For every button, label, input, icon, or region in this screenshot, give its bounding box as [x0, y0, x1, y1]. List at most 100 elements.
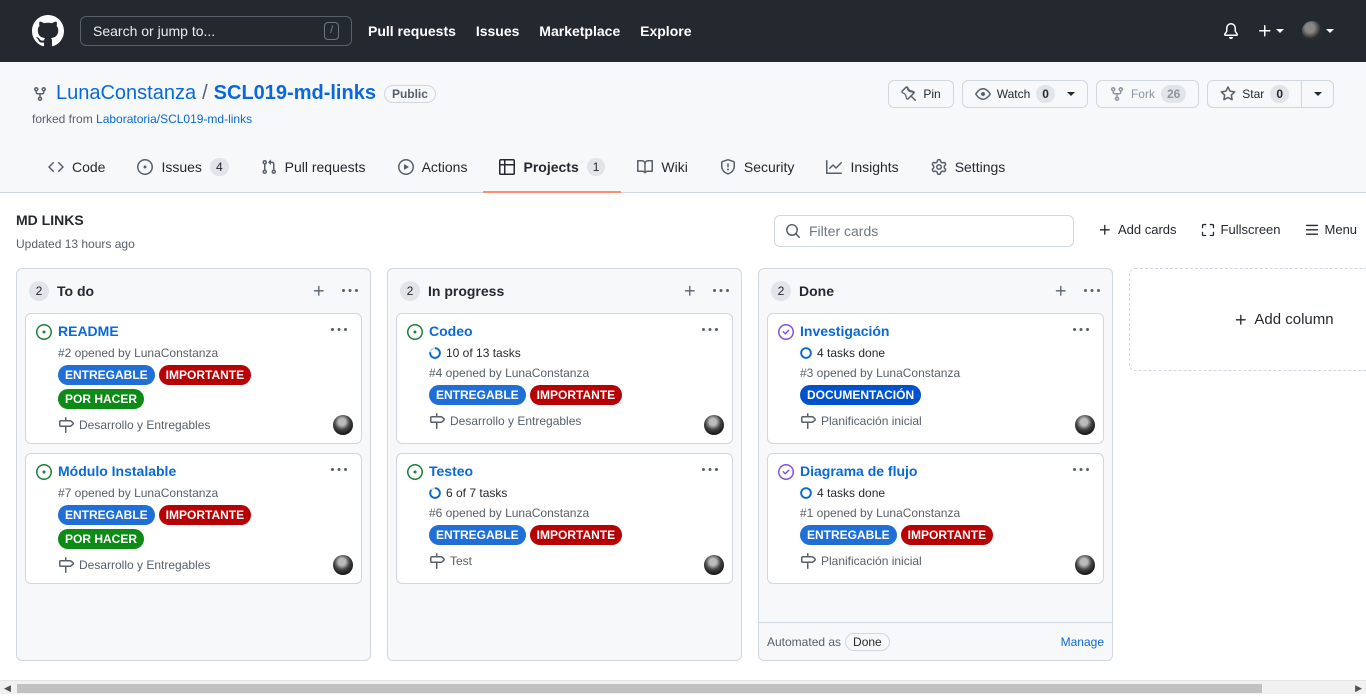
- forked-from-link[interactable]: Laboratoria/SCL019-md-links: [96, 112, 252, 126]
- scrollbar-thumb[interactable]: [17, 684, 1262, 693]
- avatar[interactable]: [333, 415, 353, 435]
- milestone-icon: [59, 557, 74, 573]
- label-por-hacer[interactable]: POR HACER: [58, 389, 145, 409]
- avatar[interactable]: [1075, 415, 1095, 435]
- add-card-plus-icon[interactable]: [312, 284, 326, 298]
- column-name: To do: [57, 283, 95, 299]
- project-header: MD LINKS Updated 13 hours ago Filter car…: [0, 193, 1366, 263]
- filter-cards-input[interactable]: Filter cards: [774, 215, 1074, 247]
- card-title[interactable]: Investigación: [800, 322, 1093, 340]
- card-menu-icon[interactable]: [1073, 322, 1089, 338]
- menu-button[interactable]: Menu: [1305, 222, 1357, 237]
- issue-card[interactable]: Codeo 10 of 13 tasks #4 opened by LunaCo…: [396, 313, 733, 444]
- card-menu-icon[interactable]: [331, 462, 347, 478]
- avatar[interactable]: [333, 555, 353, 575]
- scroll-right-arrow-icon[interactable]: ▶: [1355, 683, 1362, 694]
- column-name: In progress: [428, 283, 505, 299]
- star-label: Star: [1242, 87, 1265, 101]
- bell-icon[interactable]: [1223, 23, 1239, 39]
- card-milestone[interactable]: Test: [450, 554, 472, 568]
- card-title[interactable]: Testeo: [429, 462, 722, 480]
- card-menu-icon[interactable]: [702, 322, 718, 338]
- card-menu-icon[interactable]: [702, 462, 718, 478]
- avatar[interactable]: [1075, 555, 1095, 575]
- label-importante[interactable]: IMPORTANTE: [900, 525, 994, 545]
- fullscreen-button[interactable]: Fullscreen: [1201, 222, 1281, 237]
- horizontal-scrollbar[interactable]: ◀ ▶: [0, 680, 1366, 694]
- tab-issues[interactable]: Issues 4: [121, 142, 244, 192]
- label-entregable[interactable]: ENTREGABLE: [800, 525, 897, 545]
- tab-insights[interactable]: Insights: [810, 142, 914, 192]
- tab-pull-requests[interactable]: Pull requests: [245, 142, 382, 192]
- card-title[interactable]: Módulo Instalable: [58, 462, 351, 480]
- label-importante[interactable]: IMPORTANTE: [158, 505, 252, 525]
- label-entregable[interactable]: ENTREGABLE: [429, 385, 526, 405]
- scroll-left-arrow-icon[interactable]: ◀: [4, 683, 11, 694]
- card-title[interactable]: Diagrama de flujo: [800, 462, 1093, 480]
- nav-issues[interactable]: Issues: [476, 23, 520, 39]
- nav-pull-requests[interactable]: Pull requests: [368, 23, 456, 39]
- column-to-do: 2 To do README #2 opened by LunaConstanz…: [16, 268, 371, 661]
- column-card-count: 2: [29, 281, 49, 301]
- tab-security[interactable]: Security: [704, 142, 811, 192]
- label-entregable[interactable]: ENTREGABLE: [58, 505, 155, 525]
- label-documentacion[interactable]: DOCUMENTACIÓN: [800, 385, 922, 405]
- add-column-button[interactable]: Add column: [1129, 268, 1366, 371]
- star-lists-dropdown[interactable]: [1302, 80, 1334, 108]
- nav-explore[interactable]: Explore: [640, 23, 691, 39]
- tab-code[interactable]: Code: [32, 142, 121, 192]
- kebab-horizontal-icon[interactable]: [342, 283, 358, 299]
- label-entregable[interactable]: ENTREGABLE: [429, 525, 526, 545]
- git-pull-request-icon: [262, 159, 276, 175]
- label-importante[interactable]: IMPORTANTE: [529, 385, 623, 405]
- avatar[interactable]: [704, 415, 724, 435]
- pin-button[interactable]: Pin: [888, 80, 954, 108]
- card-menu-icon[interactable]: [1073, 462, 1089, 478]
- watch-button[interactable]: Watch 0: [961, 80, 1088, 108]
- repo-owner-link[interactable]: LunaConstanza: [56, 82, 196, 105]
- create-new-plus-icon[interactable]: [1257, 23, 1284, 39]
- tab-settings[interactable]: Settings: [915, 142, 1022, 192]
- label-por-hacer[interactable]: POR HACER: [58, 529, 145, 549]
- fork-button[interactable]: Fork 26: [1095, 80, 1200, 108]
- manage-automation-link[interactable]: Manage: [1061, 635, 1104, 649]
- issue-card[interactable]: Investigación 4 tasks done #3 opened by …: [767, 313, 1104, 444]
- issue-closed-icon: [778, 464, 794, 480]
- card-milestone[interactable]: Desarrollo y Entregables: [79, 558, 210, 572]
- card-tasks: 4 tasks done: [817, 486, 886, 500]
- star-count: 0: [1270, 85, 1289, 103]
- card-title[interactable]: README: [58, 322, 351, 340]
- tab-wiki[interactable]: Wiki: [621, 142, 703, 192]
- card-milestone[interactable]: Planificación inicial: [821, 554, 922, 568]
- issue-closed-icon: [778, 324, 794, 340]
- issue-card[interactable]: Testeo 6 of 7 tasks #6 opened by LunaCon…: [396, 453, 733, 584]
- issue-card[interactable]: Módulo Instalable #7 opened by LunaConst…: [25, 453, 362, 584]
- nav-marketplace[interactable]: Marketplace: [539, 23, 620, 39]
- add-card-plus-icon[interactable]: [683, 284, 697, 298]
- avatar[interactable]: [704, 555, 724, 575]
- label-importante[interactable]: IMPORTANTE: [158, 365, 252, 385]
- user-menu[interactable]: [1302, 21, 1334, 41]
- tab-actions[interactable]: Actions: [382, 142, 484, 192]
- card-milestone[interactable]: Desarrollo y Entregables: [450, 414, 581, 428]
- github-logo-icon[interactable]: [32, 15, 64, 47]
- global-search-input[interactable]: Search or jump to... /: [80, 16, 352, 46]
- label-importante[interactable]: IMPORTANTE: [529, 525, 623, 545]
- column-header: 2 Done: [759, 269, 1112, 313]
- caret-down-icon: [1276, 29, 1284, 33]
- add-card-plus-icon[interactable]: [1054, 284, 1068, 298]
- add-cards-button[interactable]: Add cards: [1098, 222, 1177, 237]
- card-milestone[interactable]: Planificación inicial: [821, 414, 922, 428]
- card-title[interactable]: Codeo: [429, 322, 722, 340]
- kebab-horizontal-icon[interactable]: [1084, 283, 1100, 299]
- label-entregable[interactable]: ENTREGABLE: [58, 365, 155, 385]
- repo-name-link[interactable]: SCL019-md-links: [214, 82, 376, 105]
- kebab-horizontal-icon[interactable]: [713, 283, 729, 299]
- card-milestone[interactable]: Desarrollo y Entregables: [79, 418, 210, 432]
- tab-projects[interactable]: Projects 1: [483, 142, 622, 193]
- card-menu-icon[interactable]: [331, 322, 347, 338]
- issue-card[interactable]: README #2 opened by LunaConstanza ENTREG…: [25, 313, 362, 444]
- add-cards-label: Add cards: [1118, 222, 1177, 237]
- star-button[interactable]: Star 0: [1207, 80, 1302, 108]
- issue-card[interactable]: Diagrama de flujo 4 tasks done #1 opened…: [767, 453, 1104, 584]
